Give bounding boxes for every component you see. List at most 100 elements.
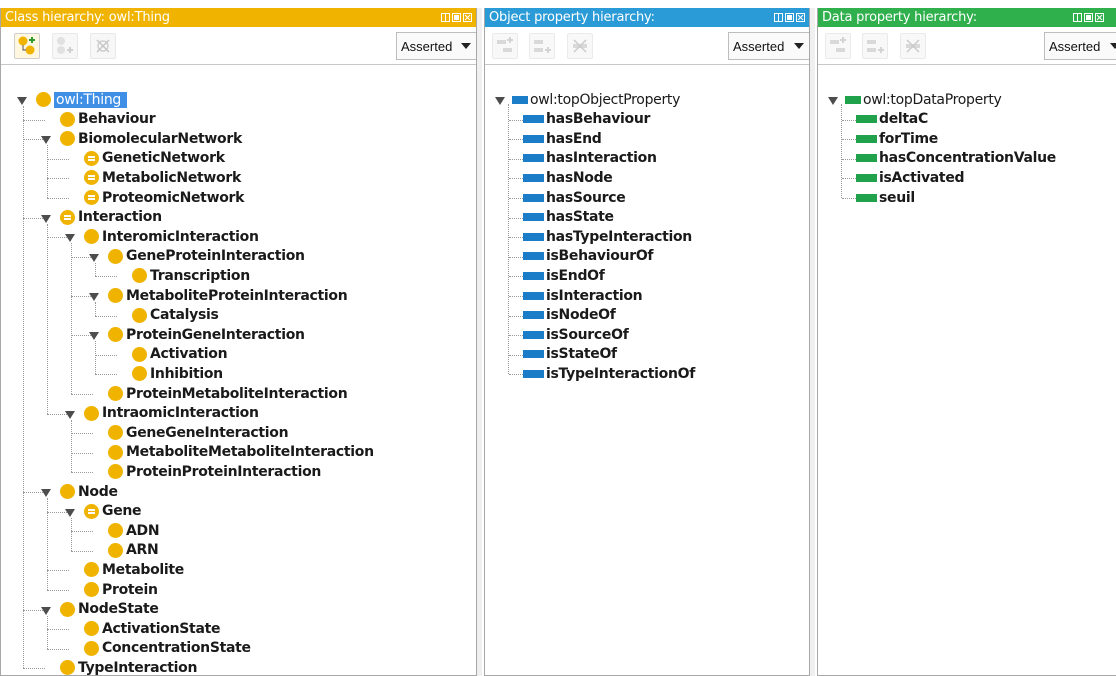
property-tree-item[interactable]: hasConcentrationValue xyxy=(856,149,1056,168)
tree-guide-line xyxy=(95,276,117,278)
class-tree-item[interactable]: NodeState xyxy=(60,600,159,619)
class-tree-item[interactable]: Transcription xyxy=(132,266,250,285)
class-tree-item[interactable]: MetaboliteProteinInteraction xyxy=(108,286,348,305)
class-tree-item[interactable]: MetabolicNetwork xyxy=(84,168,241,187)
class-tree-item[interactable]: ProteinGeneInteraction xyxy=(108,325,305,344)
property-tree-item[interactable]: isStateOf xyxy=(523,345,617,364)
add-sub-property-button[interactable] xyxy=(492,33,518,59)
property-tree-item[interactable]: hasTypeInteraction xyxy=(523,227,692,246)
property-tree-item[interactable]: hasNode xyxy=(523,168,613,187)
property-label: hasSource xyxy=(546,189,626,206)
class-icon xyxy=(108,248,123,264)
class-tree-item[interactable]: BiomolecularNetwork xyxy=(60,129,242,148)
split-view-icon[interactable] xyxy=(1073,13,1082,22)
object-property-view-mode-select[interactable]: Asserted xyxy=(728,32,809,60)
property-tree-item[interactable]: hasInteraction xyxy=(523,149,657,168)
add-sibling-property-button[interactable] xyxy=(529,33,555,59)
expand-toggle-icon[interactable] xyxy=(89,253,99,262)
close-icon[interactable] xyxy=(463,13,472,22)
class-label: ConcentrationState xyxy=(102,640,251,657)
class-tree-item[interactable]: Metabolite xyxy=(84,560,184,579)
property-tree-item[interactable]: isSourceOf xyxy=(523,325,629,344)
expand-toggle-icon[interactable] xyxy=(828,97,838,105)
delete-class-button[interactable] xyxy=(90,33,116,59)
close-icon[interactable] xyxy=(796,13,805,22)
split-view-icon[interactable] xyxy=(441,13,450,22)
property-tree-item[interactable]: isNodeOf xyxy=(523,306,616,325)
delete-property-button[interactable] xyxy=(567,33,593,59)
expand-toggle-icon[interactable] xyxy=(89,293,99,301)
expand-toggle-icon[interactable] xyxy=(65,508,75,517)
data-property-view-mode-select[interactable]: Asserted xyxy=(1044,32,1116,60)
delete-property-button[interactable] xyxy=(900,33,926,59)
class-tree-item[interactable]: Gene xyxy=(84,502,142,521)
class-tree-item[interactable]: ARN xyxy=(108,541,159,560)
expand-toggle-icon[interactable] xyxy=(41,606,51,615)
add-sibling-property-button[interactable] xyxy=(862,33,888,59)
object-property-icon xyxy=(523,330,544,339)
expand-toggle-icon[interactable] xyxy=(17,97,27,105)
add-sub-property-button[interactable] xyxy=(825,33,851,59)
mode-label: Asserted xyxy=(733,38,785,54)
property-tree-item[interactable]: hasSource xyxy=(523,188,626,207)
class-tree-item[interactable]: ADN xyxy=(108,521,160,540)
expand-toggle-icon[interactable] xyxy=(41,214,51,223)
class-tree-item[interactable]: GeneProteinInteraction xyxy=(108,247,305,266)
expand-toggle-icon[interactable] xyxy=(41,489,51,497)
property-tree-root[interactable]: owl:topDataProperty xyxy=(845,90,1002,109)
defined-class-icon xyxy=(84,190,99,205)
class-tree-item[interactable]: Behaviour xyxy=(60,110,156,129)
class-tree-item[interactable]: owl:Thing xyxy=(36,90,127,109)
class-label: Interaction xyxy=(78,209,162,226)
class-tree-item[interactable]: GeneticNetwork xyxy=(84,149,225,168)
property-tree-item[interactable]: deltaC xyxy=(856,110,928,129)
class-tree-item[interactable]: ConcentrationState xyxy=(84,639,251,658)
tree-guide-line xyxy=(95,374,117,376)
property-tree-item[interactable]: isEndOf xyxy=(523,266,605,285)
property-label: isActivated xyxy=(879,169,965,186)
add-subclass-button[interactable] xyxy=(14,33,40,59)
property-tree-item[interactable]: hasEnd xyxy=(523,129,602,148)
class-tree-item[interactable]: Inhibition xyxy=(132,364,223,383)
tree-guide-line xyxy=(842,158,856,160)
data-property-icon xyxy=(856,154,877,163)
class-tree-item[interactable]: Activation xyxy=(132,345,228,364)
property-tree-item[interactable]: seuil xyxy=(856,188,915,207)
maximize-icon[interactable] xyxy=(452,13,461,22)
class-tree-item[interactable]: ProteomicNetwork xyxy=(84,188,244,207)
class-tree-item[interactable]: Interaction xyxy=(60,208,162,227)
class-tree-item[interactable]: MetaboliteMetaboliteInteraction xyxy=(108,443,374,462)
defined-class-icon xyxy=(84,503,99,519)
property-tree-item[interactable]: isInteraction xyxy=(523,286,643,305)
maximize-icon[interactable] xyxy=(785,13,794,22)
property-tree-item[interactable]: isTypeInteractionOf xyxy=(523,364,695,383)
class-tree-item[interactable]: IntraomicInteraction xyxy=(84,404,259,423)
class-tree-item[interactable]: ActivationState xyxy=(84,619,220,638)
expand-toggle-icon[interactable] xyxy=(65,234,75,243)
property-tree-item[interactable]: isBehaviourOf xyxy=(523,247,654,266)
property-tree-item[interactable]: forTime xyxy=(856,129,938,148)
class-tree-item[interactable]: TypeInteraction xyxy=(60,658,197,675)
property-tree-root[interactable]: owl:topObjectProperty xyxy=(512,90,680,109)
close-icon[interactable] xyxy=(1095,13,1104,22)
class-tree-item[interactable]: InteromicInteraction xyxy=(84,227,259,246)
class-tree-item[interactable]: GeneGeneInteraction xyxy=(108,423,289,442)
tree-guide-line xyxy=(47,223,48,414)
add-sibling-button[interactable] xyxy=(52,33,78,59)
class-tree-item[interactable]: Catalysis xyxy=(132,306,219,325)
property-tree-item[interactable]: hasState xyxy=(523,208,614,227)
expand-toggle-icon[interactable] xyxy=(41,136,51,145)
class-view-mode-select[interactable]: Asserted xyxy=(396,32,476,60)
expand-toggle-icon[interactable] xyxy=(495,97,505,105)
split-view-icon[interactable] xyxy=(774,13,783,22)
class-tree-item[interactable]: Protein xyxy=(84,580,158,599)
expand-toggle-icon[interactable] xyxy=(65,410,75,419)
property-tree-item[interactable]: isActivated xyxy=(856,168,965,187)
class-tree-item[interactable]: ProteinProteinInteraction xyxy=(108,462,321,481)
class-tree-item[interactable]: ProteinMetaboliteInteraction xyxy=(108,384,348,403)
property-tree-item[interactable]: hasBehaviour xyxy=(523,110,650,129)
class-tree-item[interactable]: Node xyxy=(60,482,118,501)
class-label: MetabolicNetwork xyxy=(102,169,241,186)
maximize-icon[interactable] xyxy=(1084,13,1093,22)
expand-toggle-icon[interactable] xyxy=(89,332,99,341)
